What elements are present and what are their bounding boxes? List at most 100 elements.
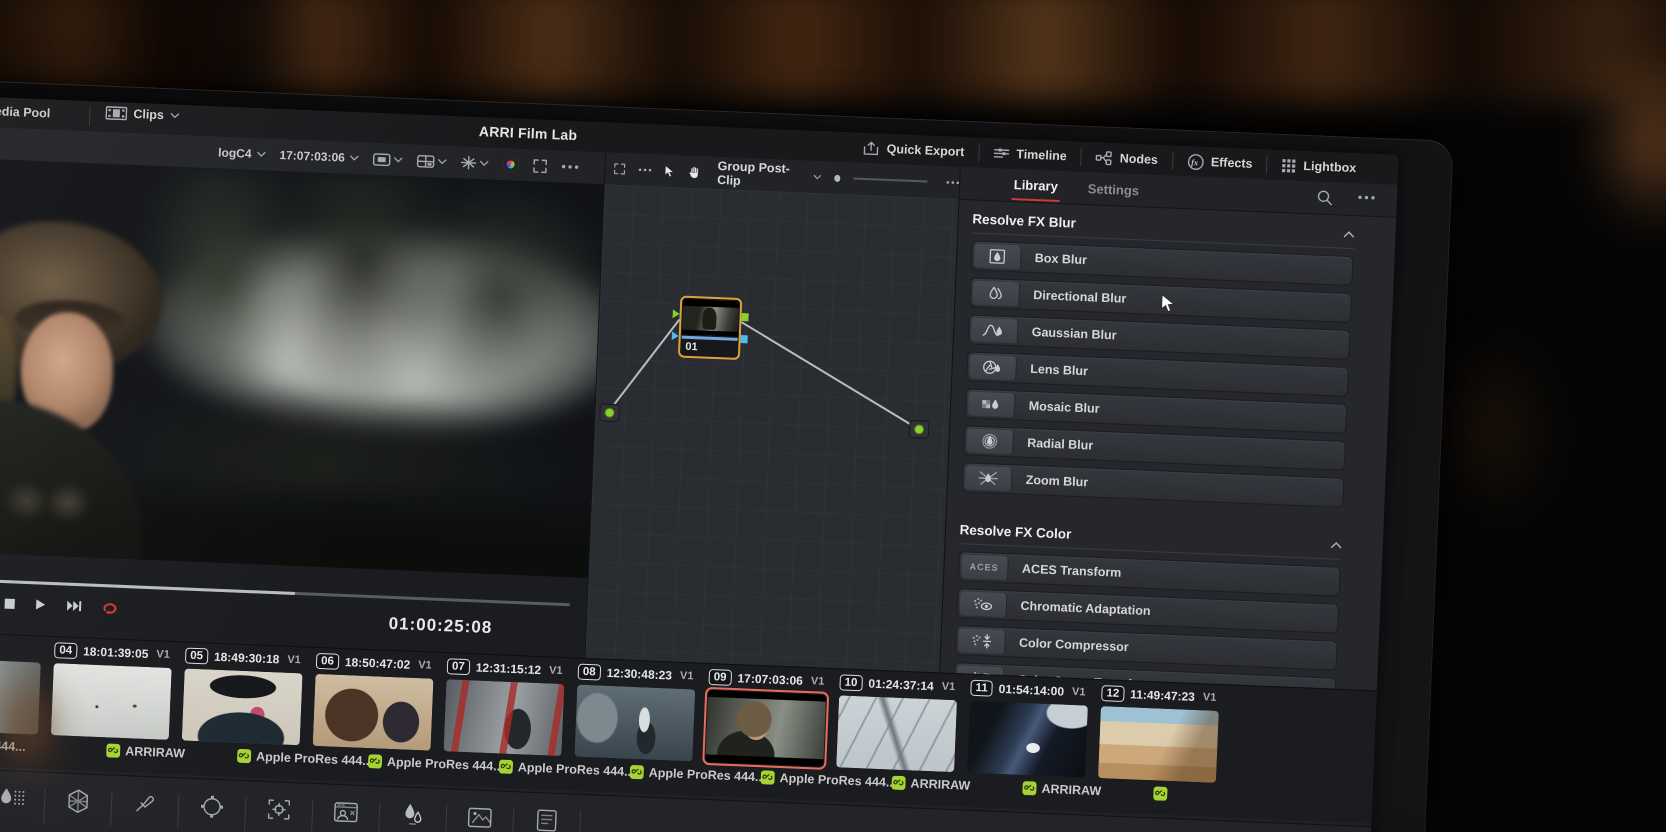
- sizing-icon[interactable]: [513, 806, 580, 832]
- output-port[interactable]: [909, 420, 930, 439]
- search-icon[interactable]: [1317, 190, 1334, 207]
- clip-cell[interactable]: 0418:01:39:05V1 ARRIRAW: [49, 637, 172, 774]
- more-icon[interactable]: [562, 165, 579, 170]
- svg-text:fx: fx: [1191, 157, 1198, 166]
- expand-icon[interactable]: [532, 158, 548, 174]
- more-icon[interactable]: [946, 180, 959, 185]
- source-input-port[interactable]: [599, 403, 620, 422]
- nodes-icon: [1095, 150, 1113, 166]
- effects-page-button[interactable]: fx Effects: [1172, 146, 1267, 180]
- clip-thumbnail[interactable]: [182, 669, 303, 746]
- power-window-icon[interactable]: [179, 792, 246, 821]
- mesh-icon[interactable]: [45, 787, 112, 816]
- clip-cell-selected[interactable]: 0917:07:03:06V1 Apple ProRes 444...: [704, 664, 827, 801]
- link-icon: [237, 749, 252, 764]
- motion-blur-icon[interactable]: [379, 801, 446, 830]
- chevron-down-icon: [394, 157, 403, 163]
- clip-thumbnail[interactable]: [1098, 706, 1219, 783]
- magic-mask-icon[interactable]: [312, 798, 379, 827]
- link-icon: [760, 770, 775, 785]
- clip-number-badge: 04: [54, 642, 77, 659]
- color-wheels-icon[interactable]: [502, 156, 519, 173]
- clip-cell[interactable]: 0618:50:47:02V1 Apple ProRes 444...: [311, 648, 434, 785]
- divider: [89, 106, 91, 126]
- zoom-slider-knob[interactable]: [834, 174, 840, 181]
- viewer-timecode-dropdown[interactable]: 17:07:03:06: [279, 148, 359, 165]
- media-pool-toggle[interactable]: Media Pool: [0, 104, 51, 121]
- clip-codec: ARRIRAW: [891, 776, 970, 793]
- color-warper-icon[interactable]: [0, 784, 45, 813]
- clip-cell[interactable]: 1101:54:14:00V1 ARRIRAW: [966, 675, 1089, 812]
- lut-dropdown[interactable]: logC4: [218, 145, 266, 161]
- tab-library[interactable]: Library: [1011, 171, 1060, 202]
- clip-number-badge: 12: [1101, 685, 1124, 702]
- link-icon: [499, 759, 514, 774]
- chevron-down-icon: [256, 151, 265, 157]
- tracker-icon[interactable]: [245, 795, 312, 824]
- clip-thumbnail[interactable]: [51, 663, 172, 740]
- key-input-port[interactable]: [672, 331, 679, 340]
- clip-thumbnail[interactable]: [313, 674, 434, 751]
- skip-forward-button[interactable]: [66, 600, 82, 613]
- split-screen-dropdown[interactable]: [417, 154, 448, 168]
- hand-icon[interactable]: [688, 164, 701, 179]
- wipe-mode-dropdown[interactable]: [460, 155, 489, 170]
- clip-codec: ARRIRAW: [106, 743, 185, 760]
- key-icon[interactable]: [446, 803, 513, 832]
- box-blur-icon: [973, 244, 1021, 270]
- clip-thumbnail[interactable]: [705, 690, 826, 767]
- more-icon[interactable]: [639, 168, 652, 173]
- tab-settings[interactable]: Settings: [1085, 175, 1141, 204]
- clip-number-badge: 09: [708, 669, 731, 686]
- clip-cell[interactable]: 0518:49:30:18V1 Apple ProRes 444...: [180, 643, 303, 780]
- key-output-port[interactable]: [741, 335, 748, 343]
- expand-icon[interactable]: [613, 162, 626, 176]
- fx-icon: fx: [1187, 153, 1205, 171]
- clip-cell[interactable]: 1001:24:37:14V1 ARRIRAW: [835, 669, 958, 806]
- viewfinder-icon: [373, 152, 392, 166]
- timeline-page-button[interactable]: Timeline: [979, 138, 1082, 172]
- clip-cell[interactable]: 1211:49:47:23V1: [1097, 680, 1220, 817]
- clip-cell[interactable]: 0812:30:48:23V1 Apple ProRes 444...: [573, 659, 696, 796]
- split-screen-icon: [417, 154, 436, 168]
- clip-thumbnail[interactable]: [574, 685, 695, 762]
- cursor-icon[interactable]: [665, 163, 676, 178]
- clip-cell[interactable]: 0712:31:15:12V1 Apple ProRes 444...: [442, 653, 565, 790]
- chevron-up-icon[interactable]: [1343, 231, 1354, 238]
- clips-toggle[interactable]: Clips: [105, 106, 179, 123]
- node-group-dropdown[interactable]: Group Post-Clip: [717, 159, 802, 190]
- clip-thumbnail[interactable]: [444, 679, 565, 756]
- rgb-input-port[interactable]: [673, 309, 680, 318]
- playhead-timecode: 01:00:25:08: [388, 614, 492, 638]
- clip-number-badge: 05: [185, 648, 208, 665]
- viewer-image: [0, 157, 605, 578]
- clip-thumbnail[interactable]: [836, 695, 957, 772]
- clip-cell-partial[interactable]: 41:20 V1 444...: [0, 632, 42, 769]
- chevron-up-icon[interactable]: [1330, 541, 1341, 548]
- clip-thumbnail[interactable]: [967, 701, 1088, 778]
- clip-number-badge: 08: [578, 664, 601, 681]
- lightbox-page-button[interactable]: Lightbox: [1267, 150, 1371, 184]
- stop-button[interactable]: [4, 598, 15, 609]
- play-button[interactable]: [35, 598, 46, 610]
- link-icon: [1022, 781, 1037, 796]
- lens-blur-icon: [969, 354, 1017, 380]
- timeline-icon: [993, 146, 1010, 161]
- viewfinder-mode-dropdown[interactable]: [373, 152, 404, 166]
- project-title: ARRI Film Lab: [479, 123, 578, 143]
- more-icon[interactable]: [1358, 195, 1375, 200]
- transport-controls: [0, 593, 119, 614]
- nodes-page-button[interactable]: Nodes: [1081, 142, 1172, 176]
- eyedropper-icon[interactable]: [112, 790, 179, 817]
- rgb-output-port[interactable]: [741, 313, 748, 321]
- chevron-down-icon[interactable]: [814, 174, 822, 180]
- wipe-icon: [460, 155, 477, 170]
- corrector-node[interactable]: 01: [678, 296, 742, 360]
- chromatic-adaptation-icon: [959, 591, 1007, 617]
- resolve-window: Media Pool Clips ARRI Film Lab Quick Exp…: [0, 95, 1399, 832]
- node-graph[interactable]: 01: [586, 184, 959, 672]
- zoom-slider-track[interactable]: [854, 178, 927, 183]
- clip-number-badge: 10: [839, 674, 862, 691]
- clip-thumbnail[interactable]: [0, 658, 41, 735]
- loop-button[interactable]: [102, 600, 120, 615]
